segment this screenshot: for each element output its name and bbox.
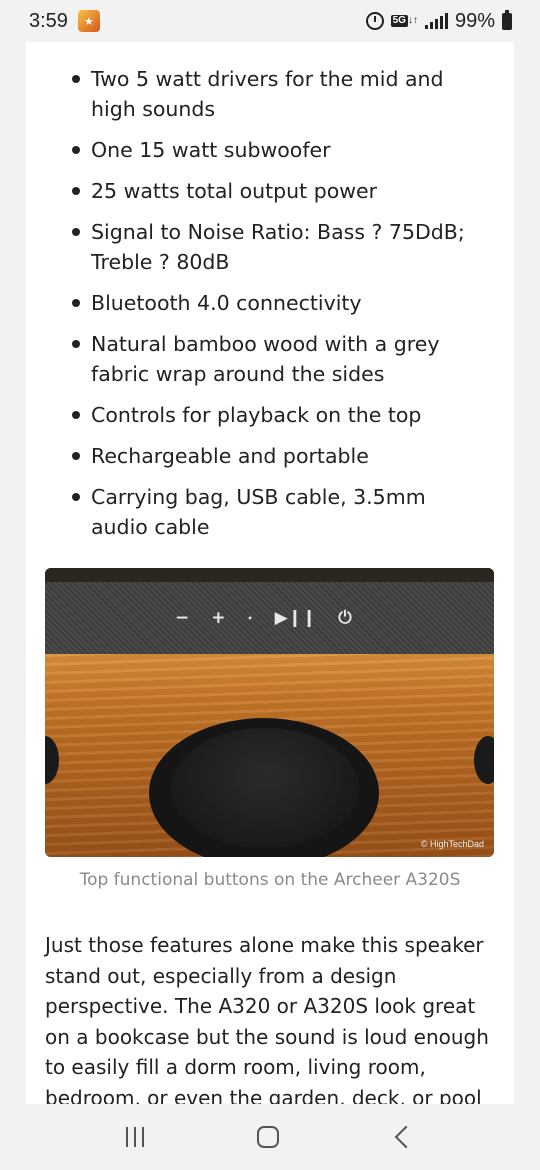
battery-percent: 99% [454,9,495,32]
status-icons: 5G ↓↑ 99% [365,9,512,33]
list-item: Two 5 watt drivers for the mid and high … [46,64,486,124]
list-item: Bluetooth 4.0 connectivity [46,288,486,318]
feature-list: Two 5 watt drivers for the mid and high … [26,42,514,542]
app-notification-icon: ★ [77,10,100,32]
signal-icon [424,13,448,29]
status-bar: 3:59 ★ 5G ↓↑ 99% [0,0,540,42]
led-icon: • [247,613,253,623]
list-item: Rechargeable and portable [46,441,486,471]
list-item: Carrying bag, USB cable, 3.5mm audio cab… [46,482,486,542]
list-item: Controls for playback on the top [46,400,486,430]
back-button[interactable] [394,1125,417,1149]
list-item: One 15 watt subwoofer [46,135,486,165]
minus-icon: − [175,608,190,628]
alarm-icon [365,12,384,30]
plus-icon: + [211,608,226,628]
status-time: 3:59 [29,9,68,32]
home-button[interactable] [256,1126,279,1148]
play-pause-icon: ▶❙❙ [274,608,317,628]
speaker-photo[interactable]: − + • ▶❙❙ ⏻ © HighTechDad [45,568,494,857]
woofer-cone [171,728,359,848]
battery-icon [502,9,512,30]
network-5g-icon: 5G ↓↑ [390,15,418,27]
recent-apps-button[interactable] [126,1127,145,1147]
power-icon: ⏻ [338,608,352,628]
article-page[interactable]: Two 5 watt drivers for the mid and high … [26,42,514,1104]
photo-watermark: © HighTechDad [420,839,484,849]
navigation-bar [0,1104,540,1170]
list-item: Signal to Noise Ratio: Bass ? 75DdB; Tre… [46,217,486,277]
photo-caption: Top functional buttons on the Archeer A3… [79,870,461,890]
list-item: 25 watts total output power [46,176,486,206]
speaker-controls: − + • ▶❙❙ ⏻ [175,608,352,628]
list-item: Natural bamboo wood with a grey fabric w… [46,329,486,389]
network-badge: 5G [390,15,408,27]
article-paragraph: Just those features alone make this spea… [45,933,489,1104]
